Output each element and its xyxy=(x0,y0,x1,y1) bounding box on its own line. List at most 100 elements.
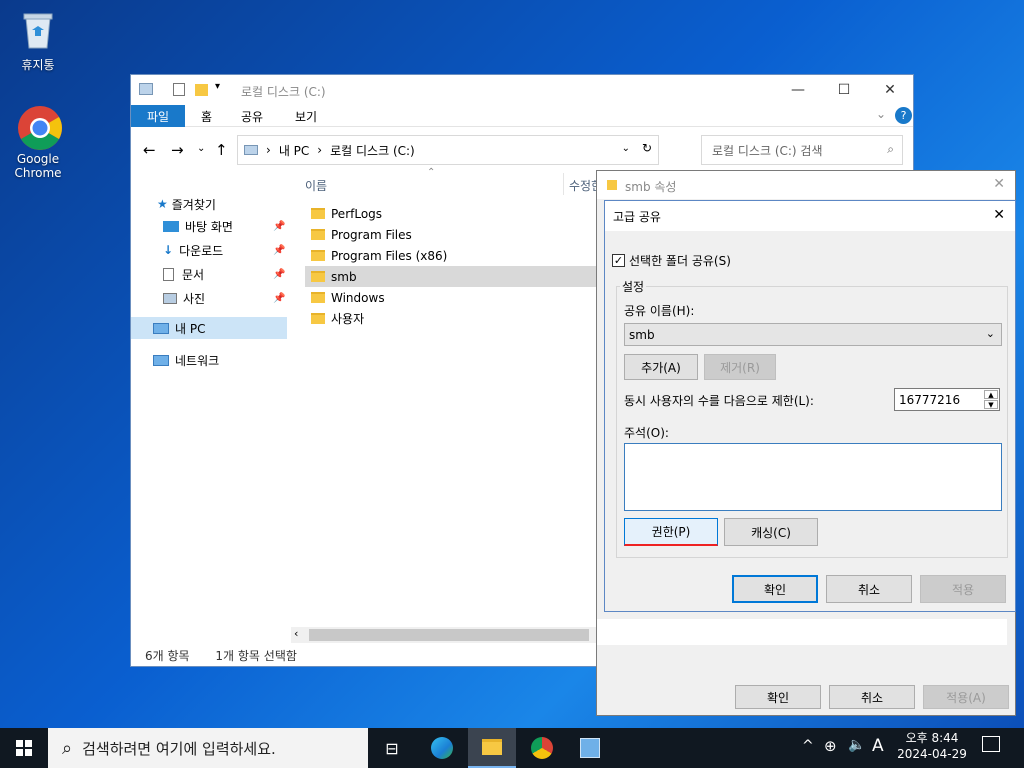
properties-apply-button[interactable]: 적용(A) xyxy=(923,685,1009,709)
checkbox-checked-icon[interactable]: ✓ xyxy=(612,254,625,267)
properties-check-icon[interactable] xyxy=(173,83,185,96)
explorer-titlebar[interactable]: ▾ 로컬 디스크 (C:) — ☐ ✕ xyxy=(131,75,913,105)
taskbar-edge[interactable] xyxy=(418,728,466,768)
spin-down-icon[interactable]: ▼ xyxy=(984,400,998,409)
folder-icon xyxy=(311,313,325,324)
taskbar-server-manager[interactable] xyxy=(566,728,614,768)
chrome-icon xyxy=(531,737,553,759)
new-folder-icon[interactable] xyxy=(195,84,208,96)
advanced-apply-button[interactable]: 적용 xyxy=(920,575,1006,603)
nav-quick-access[interactable]: ★ 즐겨찾기 xyxy=(131,193,287,215)
notification-icon[interactable] xyxy=(982,736,1000,752)
download-arrow-icon: ↓ xyxy=(163,243,174,257)
file-row-users[interactable]: 사용자2024 xyxy=(305,308,774,329)
file-row-windows[interactable]: Windows2024 xyxy=(305,287,774,308)
nav-desktop[interactable]: 바탕 화면 📌 xyxy=(131,215,287,237)
show-hidden-icons-icon[interactable]: ^ xyxy=(802,738,814,754)
advanced-close-button[interactable]: ✕ xyxy=(993,207,1005,223)
permissions-button[interactable]: 권한(P) xyxy=(624,518,718,546)
share-name-label: 공유 이름(H): xyxy=(624,304,695,318)
breadcrumb-this-pc[interactable]: 내 PC xyxy=(279,142,309,159)
pin-icon: 📌 xyxy=(273,220,286,232)
nav-this-pc[interactable]: 내 PC xyxy=(131,317,287,339)
ribbon-expand-icon[interactable]: ⌄ xyxy=(876,107,886,121)
breadcrumb-separator-icon: › xyxy=(317,143,323,157)
scroll-left-icon[interactable]: ‹ xyxy=(294,627,298,640)
forward-button[interactable]: → xyxy=(171,141,184,159)
nav-network[interactable]: 네트워크 xyxy=(131,349,287,371)
tab-view[interactable]: 보기 xyxy=(295,108,317,125)
add-share-button[interactable]: 추가(A) xyxy=(624,354,698,380)
advanced-sharing-titlebar[interactable]: 고급 공유 ✕ xyxy=(605,201,1015,231)
recent-locations-icon[interactable]: ⌄ xyxy=(197,143,205,154)
scrollbar-thumb[interactable] xyxy=(309,629,589,641)
horizontal-scrollbar[interactable]: ‹ xyxy=(291,627,601,643)
comment-textarea[interactable] xyxy=(624,443,1002,511)
properties-ok-button[interactable]: 확인 xyxy=(735,685,821,709)
ime-indicator[interactable]: A xyxy=(872,736,884,756)
folder-icon xyxy=(311,271,325,282)
share-folder-label: 선택한 폴더 공유(S) xyxy=(629,254,731,268)
share-name-select[interactable]: smb ⌄ xyxy=(624,323,1002,346)
nav-documents[interactable]: 문서 📌 xyxy=(131,263,287,285)
caching-button[interactable]: 캐싱(C) xyxy=(724,518,818,546)
file-row-perflogs[interactable]: PerfLogs2021 xyxy=(305,203,774,224)
sort-ascending-icon: ⌃ xyxy=(427,167,436,178)
minimize-button[interactable]: — xyxy=(775,75,821,105)
breadcrumb-drive[interactable]: 로컬 디스크 (C:) xyxy=(330,142,415,159)
column-header-name[interactable]: 이름 xyxy=(305,177,327,194)
network-globe-icon[interactable]: ⊕ xyxy=(824,737,837,755)
folder-icon xyxy=(311,292,325,303)
user-limit-input[interactable]: 16777216 ▲ ▼ xyxy=(894,388,1000,411)
close-button[interactable]: ✕ xyxy=(867,75,913,105)
spin-up-icon[interactable]: ▲ xyxy=(984,390,998,399)
file-row-program-files-x86[interactable]: Program Files (x86)2024 xyxy=(305,245,774,266)
search-icon: ⌕ xyxy=(887,142,894,156)
file-name: smb xyxy=(331,269,357,284)
nav-pictures-label: 사진 xyxy=(183,291,206,306)
properties-cancel-button[interactable]: 취소 xyxy=(829,685,915,709)
address-bar[interactable]: › 내 PC › 로컬 디스크 (C:) ⌄ ↻ xyxy=(237,135,659,165)
drive-small-icon xyxy=(244,145,258,155)
start-button[interactable] xyxy=(0,728,48,768)
nav-downloads-label: 다운로드 xyxy=(179,243,224,258)
tab-share[interactable]: 공유 xyxy=(241,108,263,125)
column-divider[interactable] xyxy=(563,173,564,195)
share-name-value: smb xyxy=(629,327,655,342)
properties-titlebar[interactable]: smb 속성 ✕ xyxy=(597,171,1015,199)
quick-access-dropdown-icon[interactable]: ▾ xyxy=(215,81,220,92)
address-row: ← → ⌄ ↑ › 내 PC › 로컬 디스크 (C:) ⌄ ↻ 로컬 디스크 … xyxy=(131,135,913,167)
remove-share-button[interactable]: 제거(R) xyxy=(704,354,776,380)
share-folder-checkbox[interactable]: ✓ 선택한 폴더 공유(S) xyxy=(612,252,731,269)
pin-icon: 📌 xyxy=(273,292,286,304)
taskbar-chrome[interactable] xyxy=(518,728,566,768)
breadcrumb-separator-icon: › xyxy=(266,143,271,157)
tab-home[interactable]: 홈 xyxy=(201,108,212,125)
recycle-bin-desktop-icon[interactable]: 휴지통 xyxy=(6,8,70,73)
up-button[interactable]: ↑ xyxy=(215,141,228,159)
taskbar-clock[interactable]: 오후 8:44 2024-04-29 xyxy=(890,730,974,762)
file-row-smb[interactable]: smb2024 xyxy=(305,266,774,287)
address-dropdown-icon[interactable]: ⌄ xyxy=(622,143,630,154)
file-name: Program Files xyxy=(331,227,412,242)
file-row-program-files[interactable]: Program Files2024 xyxy=(305,224,774,245)
advanced-ok-button[interactable]: 확인 xyxy=(732,575,818,603)
windows-logo-icon xyxy=(16,740,32,756)
properties-close-button[interactable]: ✕ xyxy=(993,176,1005,192)
chrome-desktop-icon[interactable]: Google Chrome xyxy=(6,104,70,180)
nav-pictures[interactable]: 사진 📌 xyxy=(131,287,287,309)
refresh-icon[interactable]: ↻ xyxy=(642,141,652,155)
taskbar-file-explorer[interactable] xyxy=(468,728,516,768)
back-button[interactable]: ← xyxy=(143,141,156,159)
maximize-button[interactable]: ☐ xyxy=(821,75,867,105)
taskbar-search-box[interactable]: ⌕ 검색하려면 여기에 입력하세요. xyxy=(48,728,368,768)
tab-file[interactable]: 파일 xyxy=(131,105,185,127)
help-icon[interactable]: ? xyxy=(895,107,912,124)
explorer-search-box[interactable]: 로컬 디스크 (C:) 검색 ⌕ xyxy=(701,135,903,165)
task-view-button[interactable]: ⊟ xyxy=(368,728,416,768)
volume-muted-icon[interactable]: 🔈 xyxy=(848,737,865,753)
nav-downloads[interactable]: ↓ 다운로드 📌 xyxy=(131,239,287,261)
pin-icon: 📌 xyxy=(273,268,286,280)
advanced-cancel-button[interactable]: 취소 xyxy=(826,575,912,603)
taskbar: ⌕ 검색하려면 여기에 입력하세요. ⊟ ^ ⊕ 🔈 A 오후 8:44 202… xyxy=(0,728,1024,768)
